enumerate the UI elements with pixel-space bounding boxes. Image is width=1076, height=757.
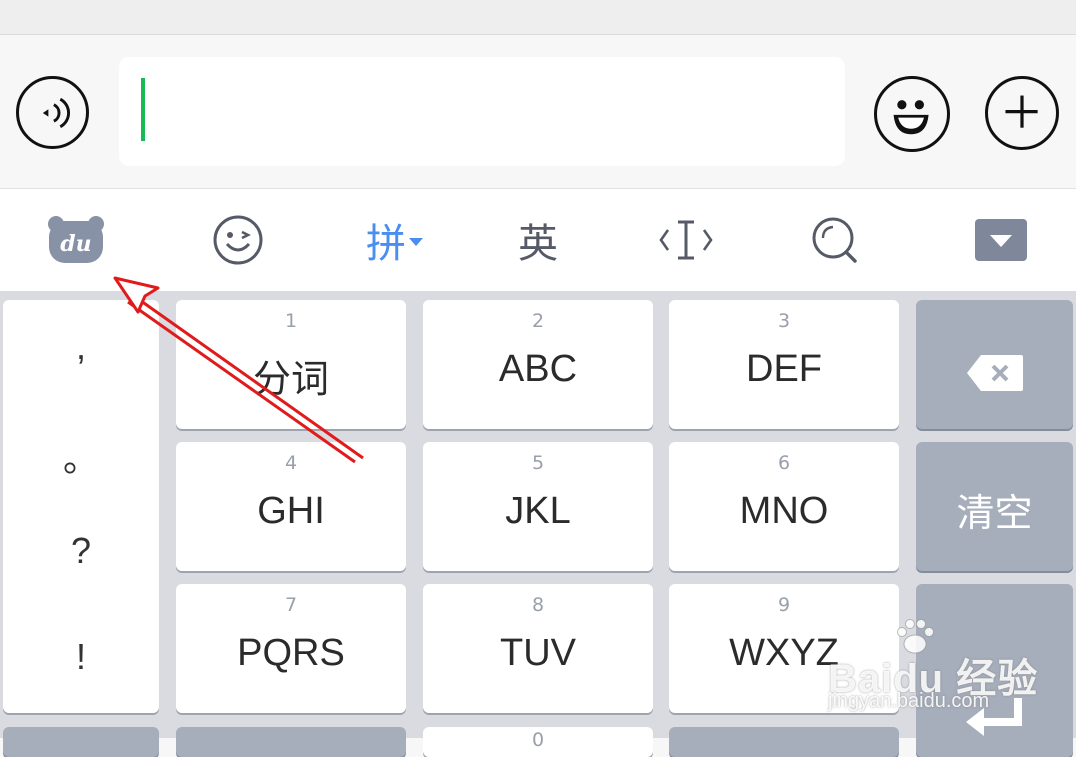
pinyin-mode-button[interactable]: 拼: [350, 189, 440, 291]
key-7[interactable]: 7 PQRS: [176, 584, 406, 713]
backspace-icon: [967, 355, 1023, 391]
emoji-toolbar-button[interactable]: [196, 189, 280, 291]
keyboard: , 。 ? ! 1 分词 2 ABC 3 DEF 4 GHI 5 JKL 6 M…: [0, 291, 1076, 757]
key-number: 7: [284, 594, 298, 616]
key-4[interactable]: 4 GHI: [176, 442, 406, 571]
key-number: 2: [531, 310, 545, 332]
key-number: 6: [777, 452, 791, 474]
enter-key[interactable]: [916, 584, 1073, 757]
chat-input-bar: [0, 35, 1076, 189]
language-key[interactable]: [669, 727, 899, 757]
cursor-edit-button[interactable]: [644, 189, 728, 291]
punct-exclaim-key[interactable]: !: [3, 636, 159, 678]
cursor-edit-icon: [659, 220, 713, 260]
backspace-key[interactable]: [916, 300, 1073, 429]
key-5[interactable]: 5 JKL: [423, 442, 653, 571]
key-number: 0: [531, 729, 545, 751]
emoji-button[interactable]: [874, 76, 950, 152]
punct-period-key[interactable]: 。: [3, 430, 159, 482]
punctuation-column: , 。 ? !: [3, 300, 159, 713]
key-number: 4: [284, 452, 298, 474]
key-2[interactable]: 2 ABC: [423, 300, 653, 429]
punct-comma-key[interactable]: ,: [3, 326, 159, 368]
key-number: 8: [531, 594, 545, 616]
key-letters: PQRS: [237, 632, 345, 674]
clear-key[interactable]: 清空: [916, 442, 1073, 571]
status-bar: [0, 0, 1076, 35]
key-letters: GHI: [257, 490, 325, 532]
du-bear-icon: du: [48, 216, 104, 263]
baidu-ime-logo-button[interactable]: du: [30, 189, 122, 291]
english-mode-button[interactable]: 英: [496, 189, 580, 291]
key-number: 3: [777, 310, 791, 332]
key-letters: JKL: [505, 490, 571, 532]
key-letters: 分词: [252, 359, 329, 401]
search-toolbar-button[interactable]: [792, 189, 878, 291]
key-number: 5: [531, 452, 545, 474]
key-3[interactable]: 3 DEF: [669, 300, 899, 429]
svg-text:du: du: [60, 231, 91, 257]
key-number: 9: [777, 594, 791, 616]
key-9[interactable]: 9 WXYZ: [669, 584, 899, 713]
voice-icon: [42, 97, 70, 129]
key-letters: ABC: [498, 348, 578, 390]
key-letters: WXYZ: [729, 632, 839, 674]
key-0[interactable]: 0: [423, 727, 653, 757]
symbol-key[interactable]: [3, 727, 159, 757]
key-number: 1: [284, 310, 298, 332]
key-1[interactable]: 1 分词: [176, 300, 406, 429]
punct-question-key[interactable]: ?: [3, 530, 159, 572]
more-button[interactable]: [985, 76, 1059, 150]
voice-input-button[interactable]: [16, 76, 89, 149]
wink-icon: [213, 215, 263, 265]
search-icon: [812, 217, 857, 263]
clear-label: 清空: [956, 491, 1033, 535]
key-letters: MNO: [739, 490, 829, 532]
pinyin-label: 拼: [366, 221, 406, 267]
key-letters: TUV: [500, 632, 576, 674]
ime-toolbar: du 拼 英: [0, 189, 1076, 291]
emoji-key[interactable]: [176, 727, 406, 757]
text-cursor: [141, 78, 145, 141]
key-6[interactable]: 6 MNO: [669, 442, 899, 571]
smiley-icon: [893, 100, 929, 135]
collapse-keyboard-icon: [975, 219, 1027, 261]
message-input[interactable]: [119, 57, 845, 166]
plus-icon: [1005, 95, 1038, 128]
dropdown-triangle-icon: [409, 238, 423, 246]
return-icon: [966, 698, 1022, 736]
key-letters: DEF: [746, 348, 822, 390]
hide-keyboard-button[interactable]: [960, 189, 1042, 291]
key-8[interactable]: 8 TUV: [423, 584, 653, 713]
english-label: 英: [518, 221, 558, 267]
